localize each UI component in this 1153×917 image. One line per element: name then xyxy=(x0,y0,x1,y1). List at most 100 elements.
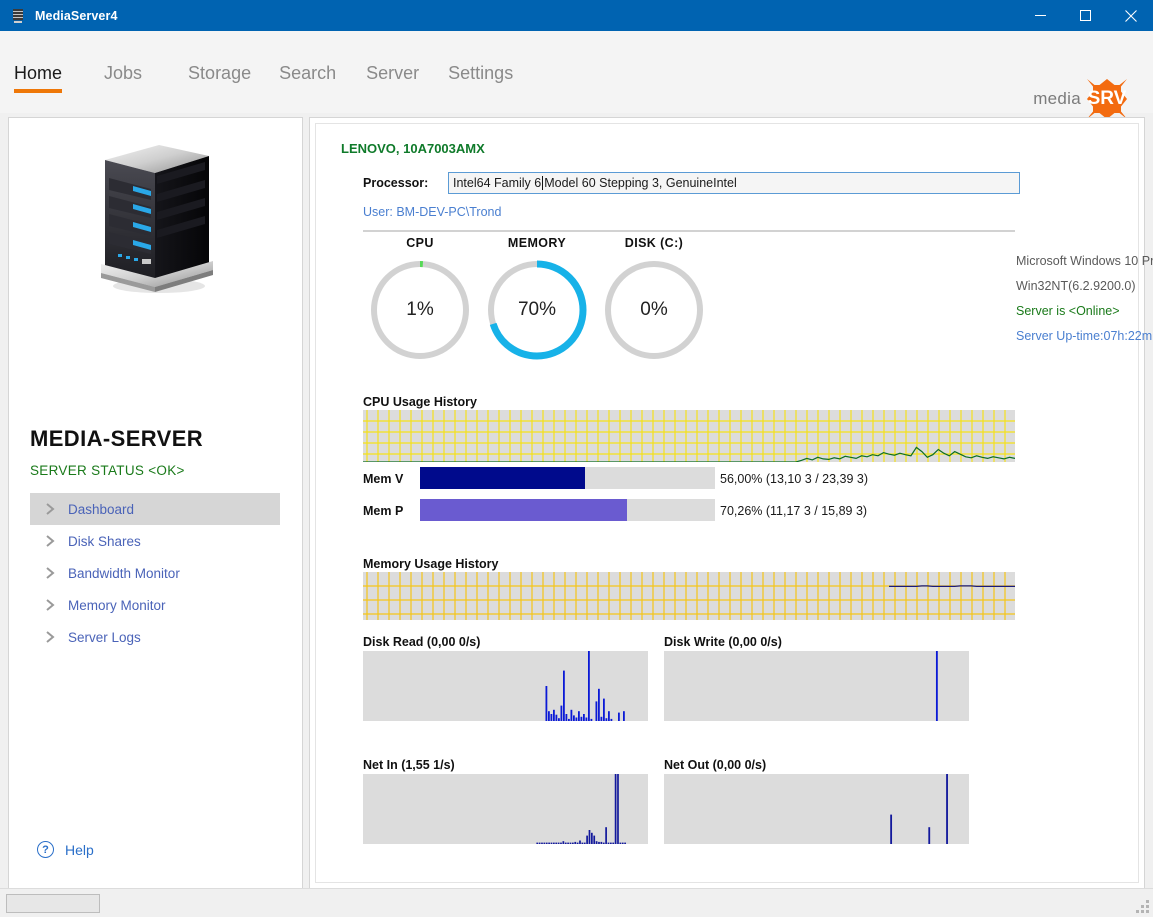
net-in-chart xyxy=(363,774,648,844)
sidebar-item-label: Dashboard xyxy=(68,502,134,517)
chevron-right-icon xyxy=(42,565,58,581)
sidebar-nav: Dashboard Disk Shares Bandwidth Monitor … xyxy=(30,493,280,653)
resize-grip[interactable] xyxy=(1136,900,1149,913)
tab-jobs[interactable]: Jobs xyxy=(104,63,142,93)
server-rack-icon xyxy=(10,8,26,24)
disk-read-chart xyxy=(363,651,648,721)
gauge-disk-ring: 0% xyxy=(602,258,706,362)
mem-p-label: Mem P xyxy=(363,504,403,518)
mem-v-fill xyxy=(420,467,585,489)
sidebar-item-server-logs[interactable]: Server Logs xyxy=(30,621,280,653)
text-caret xyxy=(542,176,543,190)
status-bar xyxy=(0,888,1153,917)
tab-settings[interactable]: Settings xyxy=(448,63,513,93)
close-button[interactable] xyxy=(1108,0,1153,31)
minimize-button[interactable] xyxy=(1018,0,1063,31)
question-mark-icon: ? xyxy=(37,841,54,858)
sidebar-item-label: Disk Shares xyxy=(68,534,141,549)
gauge-disk-value: 0% xyxy=(602,258,706,362)
system-info: Microsoft Windows 10 Pro Win32NT(6.2.920… xyxy=(1016,254,1153,354)
dashboard: LENOVO, 10A7003AMX Processor: Intel64 Fa… xyxy=(315,123,1139,883)
tab-search-label: Search xyxy=(279,63,336,83)
brand-logo: media SRV xyxy=(1033,75,1131,123)
gauge-memory-label: MEMORY xyxy=(480,236,594,250)
status-panel xyxy=(6,894,100,913)
sidebar-item-bandwidth-monitor[interactable]: Bandwidth Monitor xyxy=(30,557,280,589)
mem-v-bar xyxy=(420,467,715,489)
help-link[interactable]: ? Help xyxy=(37,841,94,858)
os-name: Microsoft Windows 10 Pro xyxy=(1016,254,1153,268)
content-panel: LENOVO, 10A7003AMX Processor: Intel64 Fa… xyxy=(309,117,1145,889)
processor-row: Processor: Intel64 Family 6Model 60 Step… xyxy=(363,172,1023,196)
sidebar-item-dashboard[interactable]: Dashboard xyxy=(30,493,280,525)
window-title: MediaServer4 xyxy=(35,9,118,23)
server-uptime: Server Up-time:07h:22m:48s:674ms xyxy=(1016,329,1153,343)
server-state: Server is <Online> xyxy=(1016,304,1153,318)
gauge-disk-label: DISK (C:) xyxy=(597,236,711,250)
status-badge: SERVER STATUS <OK> xyxy=(30,463,185,478)
chevron-right-icon xyxy=(42,501,58,517)
gauge-cpu-label: CPU xyxy=(363,236,477,250)
sidebar-item-label: Bandwidth Monitor xyxy=(68,566,180,581)
disk-write-title: Disk Write (0,00 0/s) xyxy=(664,635,782,649)
page-title: MEDIA-SERVER xyxy=(30,426,203,452)
tab-settings-label: Settings xyxy=(448,63,513,83)
mem-history-chart xyxy=(363,572,1015,620)
gauge-memory-ring: 70% xyxy=(485,258,589,362)
net-out-chart xyxy=(664,774,969,844)
chevron-right-icon xyxy=(42,533,58,549)
sidebar-item-label: Memory Monitor xyxy=(68,598,166,613)
net-out-title: Net Out (0,00 0/s) xyxy=(664,758,766,772)
close-icon xyxy=(1125,10,1137,22)
tab-storage-label: Storage xyxy=(188,63,251,83)
logo-text: media xyxy=(1033,89,1081,109)
header-bar: Home Jobs Storage Search Server Settings… xyxy=(0,31,1153,113)
sidebar-item-memory-monitor[interactable]: Memory Monitor xyxy=(30,589,280,621)
tab-server-label: Server xyxy=(366,63,419,83)
mem-p-fill xyxy=(420,499,627,521)
user-line: User: BM-DEV-PC\Trond xyxy=(363,205,501,219)
srv-logo-mark: SRV xyxy=(1083,75,1131,123)
mem-history-title: Memory Usage History xyxy=(363,557,498,571)
platform-version: Win32NT(6.2.9200.0) xyxy=(1016,279,1153,293)
chevron-right-icon xyxy=(42,629,58,645)
tab-active-underline xyxy=(14,89,62,93)
net-in-title: Net In (1,55 1/s) xyxy=(363,758,455,772)
processor-label: Processor: xyxy=(363,176,428,190)
disk-write-chart xyxy=(664,651,969,721)
gauge-cpu: CPU 1% xyxy=(363,236,477,362)
maximize-button[interactable] xyxy=(1063,0,1108,31)
title-bar: MediaServer4 xyxy=(0,0,1153,31)
processor-value-post: Model 60 Stepping 3, GenuineIntel xyxy=(544,176,737,190)
chevron-right-icon xyxy=(42,597,58,613)
divider xyxy=(363,230,1015,232)
tab-home-label: Home xyxy=(14,63,62,83)
gauge-cpu-value: 1% xyxy=(368,258,472,362)
processor-input[interactable]: Intel64 Family 6Model 60 Stepping 3, Gen… xyxy=(448,172,1020,194)
main-tabs: Home Jobs Storage Search Server Settings xyxy=(14,63,513,93)
srv-text: SRV xyxy=(1088,88,1127,110)
mem-v-text: 56,00% (13,10 3 / 23,39 3) xyxy=(720,472,868,486)
server-tower-image xyxy=(87,140,227,300)
disk-read-title: Disk Read (0,00 0/s) xyxy=(363,635,480,649)
sidebar-panel: MEDIA-SERVER SERVER STATUS <OK> Dashboar… xyxy=(8,117,303,889)
gauge-memory-value: 70% xyxy=(485,258,589,362)
maximize-icon xyxy=(1080,10,1091,21)
processor-value-pre: Intel64 Family 6 xyxy=(449,176,541,190)
tab-storage[interactable]: Storage xyxy=(188,63,251,93)
gauge-cpu-ring: 1% xyxy=(368,258,472,362)
tab-home[interactable]: Home xyxy=(14,63,62,93)
tab-server[interactable]: Server xyxy=(366,63,419,93)
mem-v-label: Mem V xyxy=(363,472,403,486)
help-label: Help xyxy=(65,842,94,858)
machine-title: LENOVO, 10A7003AMX xyxy=(341,141,485,156)
cpu-history-chart xyxy=(363,410,1015,462)
sidebar-item-label: Server Logs xyxy=(68,630,141,645)
mem-p-text: 70,26% (11,17 3 / 15,89 3) xyxy=(720,504,867,518)
sidebar-item-disk-shares[interactable]: Disk Shares xyxy=(30,525,280,557)
minimize-icon xyxy=(1035,10,1046,21)
gauge-disk: DISK (C:) 0% xyxy=(597,236,711,362)
tab-search[interactable]: Search xyxy=(279,63,336,93)
cpu-history-title: CPU Usage History xyxy=(363,395,477,409)
mem-p-bar xyxy=(420,499,715,521)
